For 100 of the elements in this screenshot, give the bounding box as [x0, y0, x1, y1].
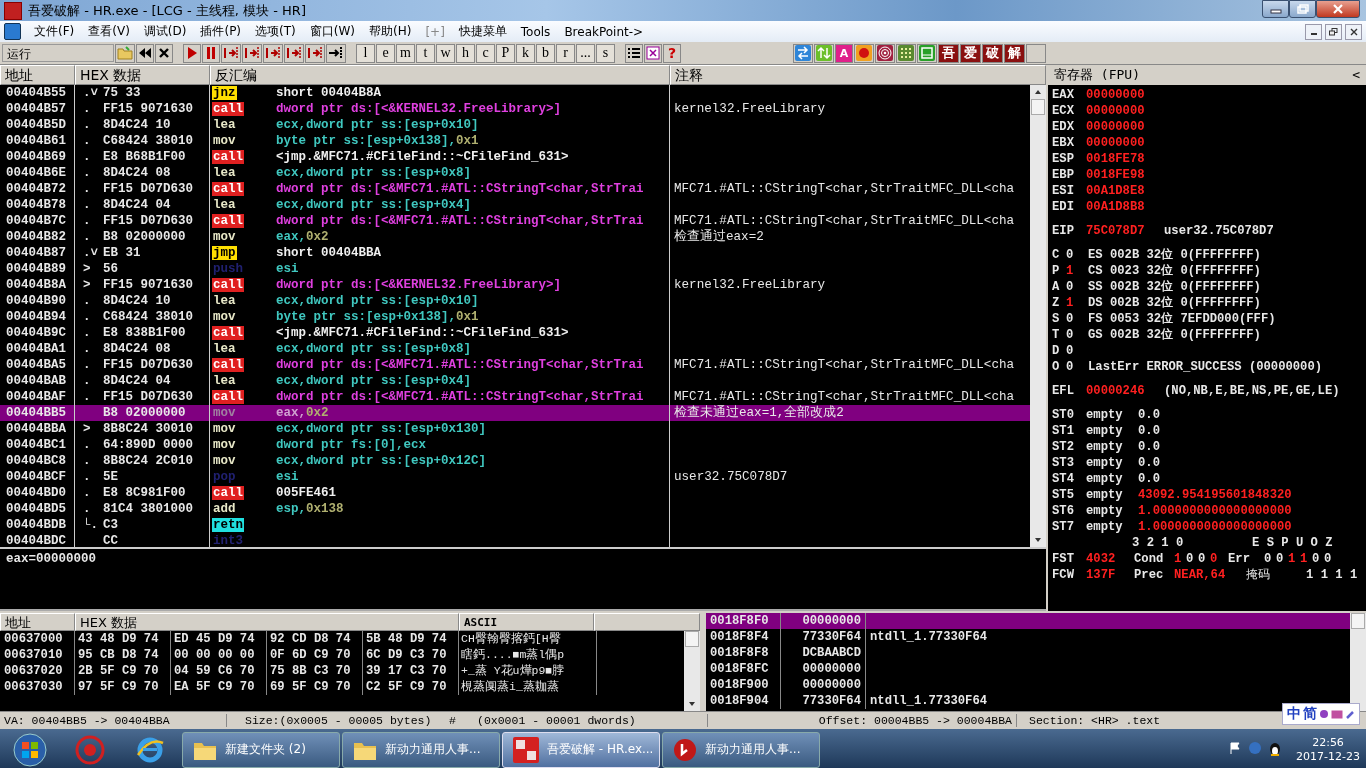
- close-button[interactable]: [1345, 23, 1362, 40]
- collapse-button[interactable]: <: [1352, 65, 1360, 85]
- disassembly-row[interactable]: 00404BDC CC int3: [0, 533, 1030, 547]
- toolbar-button[interactable]: e: [376, 43, 395, 63]
- disassembly-row[interactable]: 00404BCF . 5E pop esi user32.75C078D7: [0, 469, 1030, 485]
- minimize-button[interactable]: [1305, 23, 1322, 40]
- bit-value[interactable]: 0: [1210, 551, 1222, 567]
- ime-button[interactable]: 简: [1303, 705, 1317, 723]
- toolbar-button[interactable]: 解: [1004, 43, 1025, 63]
- disassembly-row[interactable]: 00404B90 . 8D4C24 10 lea ecx,dword ptr ss:[esp+0x10]: [0, 293, 1030, 309]
- register-value[interactable]: 00A1D8E8: [1086, 183, 1164, 199]
- toolbar-button[interactable]: A: [835, 43, 853, 63]
- bit-value[interactable]: 0: [1264, 551, 1276, 567]
- maximize-button[interactable]: [1289, 0, 1316, 18]
- bit-value[interactable]: 1: [1288, 551, 1300, 567]
- stack-row[interactable]: 0018F8F0 00000000: [706, 613, 1350, 629]
- column-header[interactable]: 注释: [670, 65, 1046, 85]
- minimize-button[interactable]: [1262, 0, 1289, 18]
- toolbar-button[interactable]: s: [596, 43, 615, 63]
- window-panel-icon[interactable]: [917, 43, 937, 63]
- disassembly-row[interactable]: 00404BB5 B8 02000000 mov eax,0x2 检查未通过eax=1,全部改成2: [0, 405, 1030, 421]
- register-value[interactable]: 0.0: [1138, 471, 1160, 487]
- register-value[interactable]: 0.0: [1138, 407, 1160, 423]
- taskbar-button[interactable]: 新动力通用人事...: [342, 731, 500, 768]
- register-value[interactable]: 0.0: [1138, 455, 1160, 471]
- disassembly-row[interactable]: 00404BC1 . 64:890D 0000 mov dword ptr fs:[0],ecx: [0, 437, 1030, 453]
- menu-item[interactable]: 快捷菜单: [451, 23, 514, 40]
- rewind-icon[interactable]: [136, 43, 154, 63]
- disassembly-row[interactable]: 00404BD5 . 81C4 3801000 add esp,0x138: [0, 501, 1030, 517]
- disassembly-row[interactable]: 00404B9C . E8 838B1F00 call <jmp.&MFC71.#CFileFind::~CFileFind_631>: [0, 325, 1030, 341]
- menu-item[interactable]: 调试(D): [136, 23, 194, 40]
- disassembly-row[interactable]: 00404B7C . FF15 D07D630 call dword ptr ds:[<&MFC71.#ATL::CStringT<char,StrTrai MFC71.#ATL::CStringT<char,StrTraitMFC_DLL<cha: [0, 213, 1030, 229]
- swap-arrows-icon[interactable]: [793, 43, 813, 63]
- scrollbar[interactable]: [684, 631, 700, 711]
- disassembly-row[interactable]: 00404B78 . 8D4C24 04 lea ecx,dword ptr ss:[esp+0x4]: [0, 197, 1030, 213]
- column-header[interactable]: 地址: [0, 613, 75, 631]
- restore-button[interactable]: [1325, 23, 1342, 40]
- register-value[interactable]: 0.0: [1138, 423, 1160, 439]
- toolbar-button[interactable]: t: [416, 43, 435, 63]
- toolbar-button[interactable]: l: [356, 43, 375, 63]
- menu-item[interactable]: 选项(T): [248, 23, 303, 40]
- menu-item[interactable]: 窗口(W): [302, 23, 362, 40]
- ime-button[interactable]: 中: [1287, 705, 1301, 723]
- column-header[interactable]: 地址: [0, 65, 75, 85]
- bit-value[interactable]: 0: [1324, 551, 1336, 567]
- record-icon[interactable]: [854, 43, 874, 63]
- register-value[interactable]: 00000000: [1086, 87, 1164, 103]
- toolbar-button[interactable]: 破: [982, 43, 1003, 63]
- toolbar-button[interactable]: h: [456, 43, 475, 63]
- register-value[interactable]: 1.0000000000000000000: [1138, 519, 1292, 535]
- flag-value[interactable]: 0: [1066, 247, 1088, 263]
- menu-item[interactable]: 插件(P): [193, 23, 249, 40]
- disassembly-row[interactable]: 00404BA5 . FF15 D07D630 call dword ptr ds:[<&MFC71.#ATL::CStringT<char,StrTrai MFC71.#ATL::CStringT<char,StrTraitMFC_DLL<cha: [0, 357, 1030, 373]
- close-icon[interactable]: [155, 43, 173, 63]
- disassembly-row[interactable]: 00404BD0 . E8 8C981F00 call 005FE461: [0, 485, 1030, 501]
- target-icon[interactable]: [875, 43, 895, 63]
- toolbar-button[interactable]: c: [476, 43, 495, 63]
- register-value[interactable]: 1.0000000000000000000: [1138, 503, 1292, 519]
- toolbar-button[interactable]: m: [396, 43, 415, 63]
- flag-value[interactable]: 0: [1066, 359, 1088, 375]
- list-icon[interactable]: [625, 43, 643, 63]
- register-value[interactable]: 0018FE78: [1086, 151, 1164, 167]
- column-header[interactable]: 反汇编: [210, 65, 670, 85]
- clock[interactable]: 22:56 2017-12-23: [1296, 735, 1360, 764]
- close-button[interactable]: [1316, 0, 1360, 18]
- disassembly-row[interactable]: 00404B94 . C68424 38010 mov byte ptr ss:[esp+0x138],0x1: [0, 309, 1030, 325]
- register-value[interactable]: 00000000: [1086, 119, 1164, 135]
- flag-value[interactable]: 1: [1066, 295, 1088, 311]
- menu-item[interactable]: 查看(V): [81, 23, 137, 40]
- scroll-thumb[interactable]: [1351, 613, 1365, 629]
- flag-value[interactable]: 1: [1066, 263, 1088, 279]
- disassembly-row[interactable]: 00404BDB └. C3 retn: [0, 517, 1030, 533]
- toolbar-button[interactable]: b: [536, 43, 555, 63]
- disassembly-row[interactable]: 00404BAB . 8D4C24 04 lea ecx,dword ptr ss:[esp+0x4]: [0, 373, 1030, 389]
- register-value[interactable]: 00A1D8B8: [1086, 199, 1164, 215]
- toolbar-button[interactable]: k: [516, 43, 535, 63]
- scroll-thumb[interactable]: [1031, 99, 1045, 115]
- register-value[interactable]: 43092.954195601848320: [1138, 487, 1292, 503]
- disassembly-row[interactable]: 00404B8A > FF15 9071630 call dword ptr ds:[<&KERNEL32.FreeLibrary>] kernel32.FreeLibrary: [0, 277, 1030, 293]
- column-header[interactable]: ASCII: [459, 613, 594, 631]
- pause-icon[interactable]: [202, 43, 220, 63]
- toolbar-button[interactable]: w: [436, 43, 455, 63]
- flag-value[interactable]: 0: [1066, 327, 1088, 343]
- disassembly-row[interactable]: 00404B89 > 56 push esi: [0, 261, 1030, 277]
- menu-item[interactable]: BreakPoint->: [557, 24, 651, 39]
- disassembly-row[interactable]: 00404B69 . E8 B68B1F00 call <jmp.&MFC71.#CFileFind::~CFileFind_631>: [0, 149, 1030, 165]
- scrollbar[interactable]: [1350, 613, 1366, 711]
- register-value[interactable]: 00000246: [1086, 383, 1164, 399]
- taskbar-button[interactable]: 新动力通用人事...: [662, 731, 820, 768]
- disassembly-row[interactable]: 00404BC8 . 8B8C24 2C010 mov ecx,dword ptr ss:[esp+0x12C]: [0, 453, 1030, 469]
- toolbar-button[interactable]: r: [556, 43, 575, 63]
- play-icon[interactable]: [183, 43, 201, 63]
- bit-value[interactable]: 1: [1174, 551, 1186, 567]
- disassembly-row[interactable]: 00404B87 .˅ EB 31 jmp short 00404BBA: [0, 245, 1030, 261]
- column-header[interactable]: HEX 数据: [75, 613, 459, 631]
- stack-row[interactable]: 0018F8F8 DCBAABCD: [706, 645, 1350, 661]
- bit-value[interactable]: 1: [1300, 551, 1312, 567]
- disassembly-row[interactable]: 00404B57 . FF15 9071630 call dword ptr ds:[<&KERNEL32.FreeLibrary>] kernel32.FreeLibrary: [0, 101, 1030, 117]
- disassembly-row[interactable]: 00404B55 .˅ 75 33 jnz short 00404B8A: [0, 85, 1030, 101]
- flag-value[interactable]: 0: [1066, 311, 1088, 327]
